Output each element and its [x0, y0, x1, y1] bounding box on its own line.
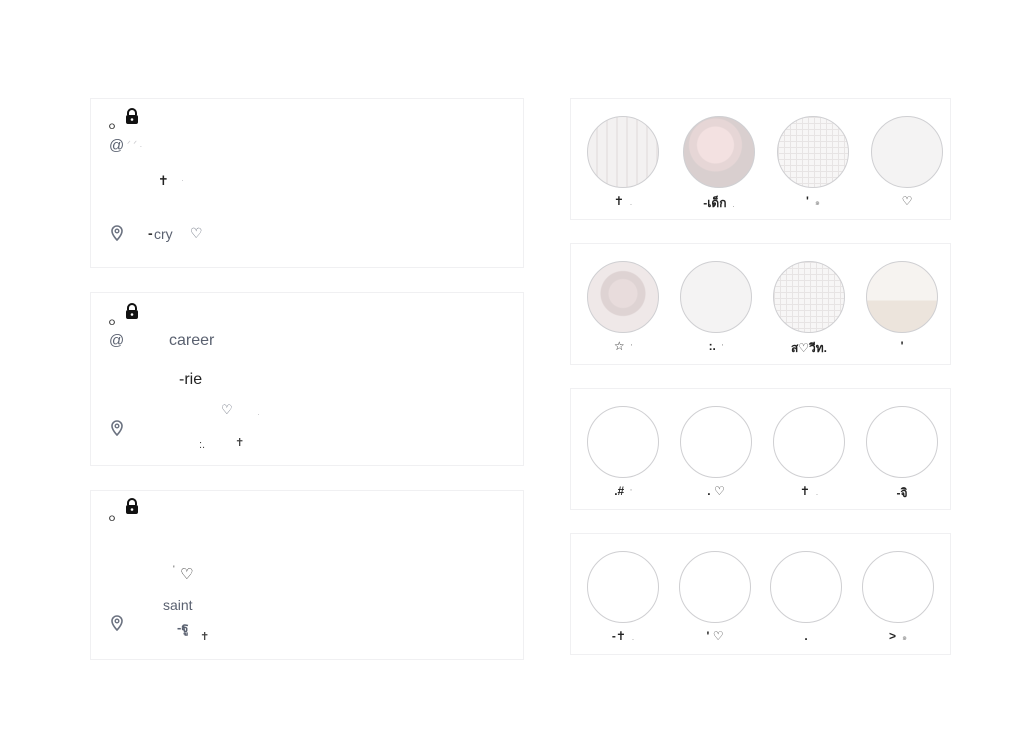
- location-name: cry: [154, 226, 173, 242]
- highlight-title: ': [900, 339, 904, 353]
- highlight-tail: ': [630, 488, 632, 497]
- highlight-tail: .: [815, 488, 819, 497]
- highlight-title: .#: [614, 484, 625, 498]
- bio-dot: ·: [257, 409, 260, 419]
- highlight-cover[interactable]: [773, 261, 845, 333]
- highlight-label: ✝.: [769, 484, 849, 498]
- highlight-title: ✝: [799, 484, 810, 498]
- highlight-title: ' ♡: [706, 629, 724, 643]
- highlight-title: :.: [708, 339, 716, 353]
- highlight-label: -✝.: [583, 629, 663, 643]
- bio-name: -rie: [179, 371, 203, 388]
- handle-at: @: [109, 137, 125, 154]
- highlight-label: ': [862, 339, 942, 353]
- highlight-row-2: ☆ ':. ' ส♡วีท. ': [570, 243, 951, 365]
- bio-dot: ': [173, 564, 175, 574]
- highlight-title: >: [888, 629, 896, 643]
- highlight-tail: ': [630, 343, 633, 352]
- small-mark: ｏ: [107, 513, 117, 524]
- small-mark: ｏ: [107, 317, 117, 328]
- map-pin-icon: [111, 420, 123, 436]
- highlight-label: :. ': [676, 339, 756, 353]
- handle-tail: ᐟ ᐟ .: [127, 139, 143, 149]
- highlight-title: -จิ: [896, 486, 908, 500]
- highlight-cover[interactable]: [587, 551, 659, 623]
- highlight-label: >๑: [858, 629, 938, 644]
- highlight-tail: .: [631, 633, 635, 642]
- location-name: saint: [163, 597, 193, 613]
- highlight-label: ' ๑: [773, 194, 853, 209]
- highlight-label: ' ♡: [675, 629, 755, 643]
- highlight-cover[interactable]: [587, 406, 659, 478]
- highlight-cover[interactable]: [683, 116, 755, 188]
- highlight-label: . ♡: [676, 484, 756, 498]
- highlight-label: ✝.: [583, 194, 663, 208]
- location-sub: -ฐู: [177, 620, 189, 635]
- lock-icon: [126, 108, 138, 124]
- profile-card-2: ｏ @ career -rie ♡ · :. ✝: [90, 292, 524, 466]
- highlight-label: ส♡วีท.: [769, 339, 849, 358]
- highlight-title: ': [806, 194, 809, 208]
- lock-icon: [126, 498, 138, 514]
- handle-at: @: [109, 332, 125, 349]
- highlight-tail: .: [732, 200, 735, 209]
- location-cross: ✝: [200, 631, 210, 643]
- highlight-cover[interactable]: [777, 116, 849, 188]
- highlight-cover[interactable]: [679, 551, 751, 623]
- heart-icon: ♡: [190, 225, 203, 241]
- highlight-title: -✝: [611, 629, 626, 643]
- map-pin-icon: [111, 615, 123, 631]
- highlight-label: -เด็ก.: [679, 194, 759, 213]
- highlight-title: ✝: [613, 194, 624, 208]
- highlight-title: .: [804, 629, 808, 643]
- map-pin-icon: [111, 225, 123, 241]
- location-cross: ✝: [235, 437, 245, 449]
- highlight-tail: .: [629, 198, 633, 207]
- highlight-tail: ': [721, 343, 724, 352]
- highlight-cover[interactable]: [862, 551, 934, 623]
- highlight-row-3: .# ' . ♡ ✝. -จิ: [570, 388, 951, 510]
- heart-icon: ♡: [221, 402, 233, 417]
- location-prefix: -: [148, 225, 153, 241]
- location-marks: :.: [199, 439, 206, 451]
- bio-dot: ·: [181, 175, 184, 185]
- highlight-cover[interactable]: [871, 116, 943, 188]
- highlight-label: .: [766, 629, 846, 643]
- highlight-cover[interactable]: [587, 261, 659, 333]
- highlight-tail: ๑: [814, 198, 820, 207]
- small-mark: ｏ: [107, 121, 117, 132]
- highlight-cover[interactable]: [770, 551, 842, 623]
- highlight-cover[interactable]: [866, 406, 938, 478]
- highlight-cover[interactable]: [680, 406, 752, 478]
- heart-icon: ♡: [180, 566, 194, 583]
- bio-cross: ✝: [158, 173, 169, 188]
- highlight-title: -เด็ก: [703, 196, 727, 210]
- highlight-title: ส♡วีท.: [790, 341, 828, 355]
- highlight-cover[interactable]: [866, 261, 938, 333]
- highlight-cover[interactable]: [587, 116, 659, 188]
- profile-card-3: ｏ ' ♡ saint -ฐู ✝: [90, 490, 524, 660]
- highlight-label: ☆ ': [583, 339, 663, 353]
- highlight-label: .# ': [583, 484, 663, 498]
- highlight-title: ♡: [901, 194, 913, 208]
- highlight-cover[interactable]: [773, 406, 845, 478]
- highlight-title: ☆: [613, 339, 625, 353]
- handle-name: career: [169, 332, 215, 349]
- highlight-title: . ♡: [707, 484, 725, 498]
- profile-card-1: ｏ @ ᐟ ᐟ . ✝ · - cry ♡: [90, 98, 524, 268]
- lock-icon: [126, 303, 138, 319]
- highlight-cover[interactable]: [680, 261, 752, 333]
- highlight-label: -จิ: [862, 484, 942, 503]
- highlight-row-1: ✝. -เด็ก. ' ๑ ♡: [570, 98, 951, 220]
- highlight-tail: ๑: [901, 633, 908, 642]
- highlight-row-4: -✝. ' ♡. >๑: [570, 533, 951, 655]
- highlight-label: ♡: [867, 194, 947, 208]
